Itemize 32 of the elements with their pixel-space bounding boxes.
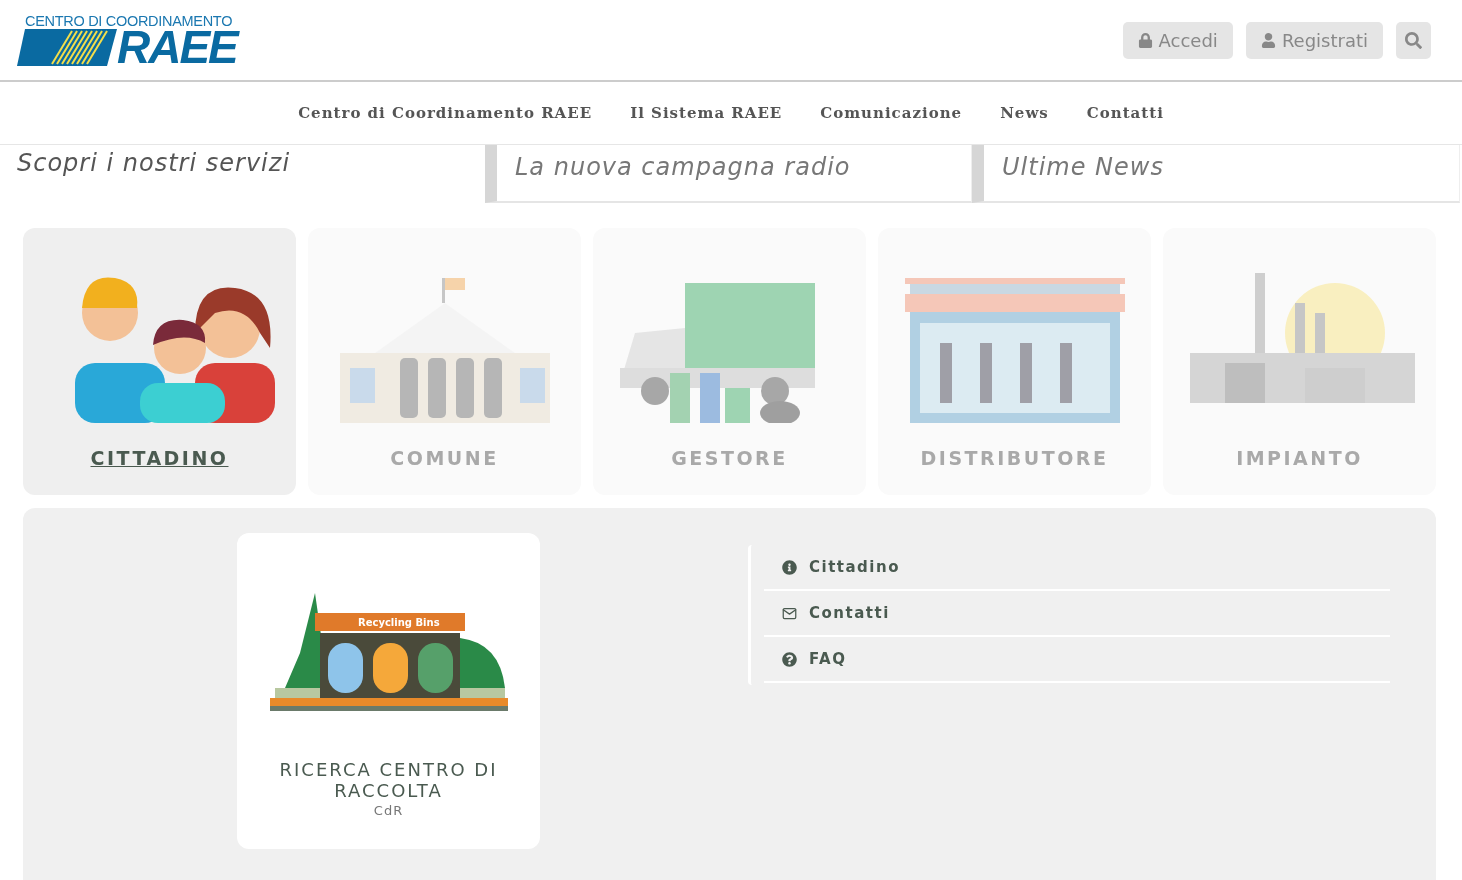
logo-stripes-icon (17, 29, 117, 66)
nav-link[interactable]: Contatti (1086, 104, 1164, 122)
info-icon (782, 559, 797, 575)
feature-title: RICERCA CENTRO DI RACCOLTA (278, 759, 499, 801)
service-label: COMUNE (390, 447, 499, 469)
service-label: IMPIANTO (1236, 447, 1363, 469)
recycling-bins-drawing: Recycling Bins (269, 593, 508, 711)
nav-link[interactable]: Centro di Coordinamento RAEE (298, 104, 593, 122)
service-label: GESTORE (671, 447, 788, 469)
logo-text: CENTRO DI COORDINAMENTO (24, 14, 234, 29)
service-card[interactable]: CITTADINO (23, 228, 296, 495)
lock-icon (1137, 32, 1153, 48)
tab[interactable]: Scopri i nostri servizi (0, 145, 485, 203)
envelope-icon (782, 605, 797, 621)
logo-wordmark: RAEE (117, 29, 237, 66)
service-label: CITTADINO (90, 447, 229, 469)
quick-link[interactable]: FAQ (764, 637, 1390, 683)
user-icon (1260, 32, 1276, 48)
question-icon (782, 651, 797, 667)
feature-subtitle: CdR (373, 803, 404, 818)
nav-link[interactable]: Comunicazione (820, 104, 963, 122)
quick-link[interactable]: Cittadino (764, 545, 1390, 591)
nav-link[interactable]: Il Sistema RAEE (630, 104, 783, 122)
tab[interactable]: La nuova campagna radio (485, 145, 972, 203)
nav-link[interactable]: News (1000, 104, 1049, 122)
service-label: DISTRIBUTORE (920, 447, 1109, 469)
search-button[interactable] (1396, 21, 1431, 59)
quick-link[interactable]: Contatti (764, 591, 1390, 637)
feature-card[interactable]: Recycling Bins RICERCA CENTRO DI RACCOLTA CdR (237, 533, 540, 849)
search-icon (1405, 31, 1422, 49)
logo[interactable]: CENTRO DI COORDINAMENTO RAEE (17, 14, 242, 66)
tab[interactable]: Ultime News (972, 145, 1460, 203)
